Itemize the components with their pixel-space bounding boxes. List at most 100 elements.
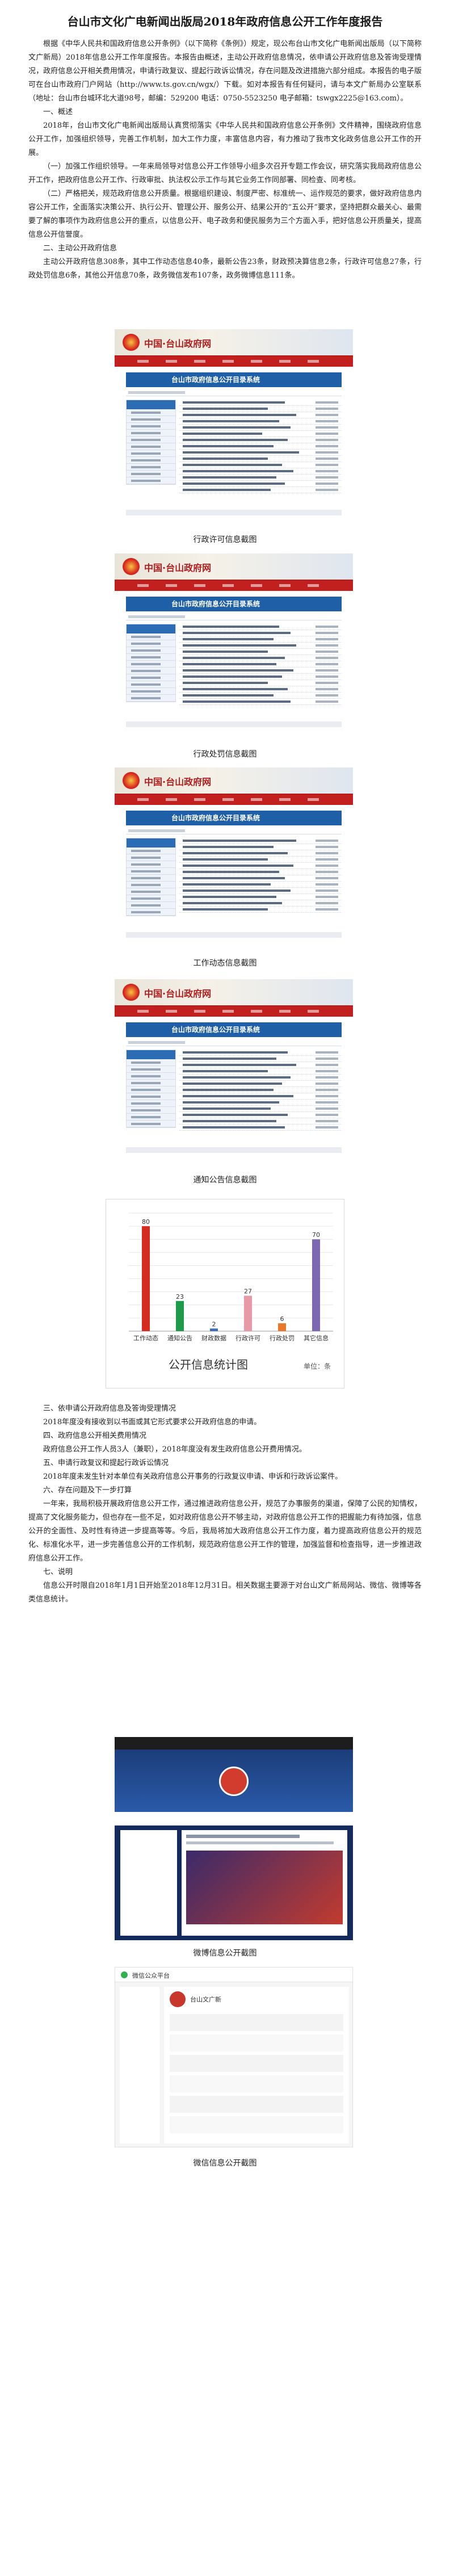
info-list xyxy=(179,1050,342,1131)
avatar xyxy=(219,1767,249,1796)
chart-bar-0 xyxy=(142,1226,150,1331)
account-name: 台山文广新 xyxy=(190,1996,221,2003)
weibo-topbar xyxy=(115,1737,353,1750)
breadcrumb xyxy=(126,1039,342,1046)
portal-logo: 中国·台山政府网 xyxy=(144,563,212,573)
disclosure-chart: 80 23 2 27 6 70 工作动态 通知公告 财政数据 行政许可 行政处罚 其它信息 公开信息… xyxy=(106,1199,344,1388)
weixin-sidebar xyxy=(120,1987,159,2143)
heading-proactive-disclosure: 二、主动公开政府信息 xyxy=(43,244,117,253)
chart-bar-1 xyxy=(176,1300,184,1331)
work-news-screenshot: 中国·台山政府网 台山市政府信息公开目录系统 xyxy=(115,767,353,943)
sidebar-menu xyxy=(126,624,176,702)
weibo-profile-card xyxy=(120,1830,177,1936)
weibo-tabs xyxy=(115,1812,353,1826)
info-list xyxy=(179,400,342,493)
chart-value-labels: 80 23 2 27 6 70 xyxy=(142,1218,320,1328)
caption-weibo: 微博信息公开截图 xyxy=(193,1949,257,1958)
heading-requests: 三、依申请公开政府信息及答询受理情况 xyxy=(43,1404,176,1413)
sidebar-menu xyxy=(126,1050,176,1128)
admin-penalty-screenshot: 中国·台山政府网 台山市政府信息公开目录系统 xyxy=(115,553,353,735)
heading-problems: 六、存在问题及下一步打算 xyxy=(43,1486,132,1495)
heading-notes: 七、说明 xyxy=(43,1568,73,1576)
weibo-feed xyxy=(182,1830,347,1936)
sidebar-menu xyxy=(126,838,176,916)
notes-paragraph: 信息公开时限自2018年1月1日开始至2018年12月31日。相关数据主要源于对… xyxy=(28,1581,422,1604)
chart-bar-3 xyxy=(244,1295,252,1331)
caption-admin-penalty: 行政处罚信息截图 xyxy=(193,750,257,759)
system-title-bar: 台山市政府信息公开目录系统 xyxy=(126,811,342,825)
portal-logo: 中国·台山政府网 xyxy=(144,988,212,999)
weibo-screenshot xyxy=(115,1737,353,1940)
wechat-icon xyxy=(121,1971,128,1978)
portal-banner: 中国·台山政府网 xyxy=(115,979,353,1006)
sidebar-menu xyxy=(126,400,176,485)
weixin-header: 微信公众平台 xyxy=(115,1967,352,1982)
info-list xyxy=(179,624,342,705)
chart-unit-label: 单位：条 xyxy=(304,1362,331,1370)
chart-category-label-5: 其它信息 xyxy=(304,1334,329,1342)
system-title-bar: 台山市政府信息公开目录系统 xyxy=(126,597,342,611)
emblem-icon xyxy=(123,334,140,351)
portal-navbar xyxy=(115,795,353,805)
intro-paragraph: 根据《中华人民共和国政府信息公开条例》（以下简称《条例》）规定，现公布台山市文化… xyxy=(28,40,422,103)
chart-category-label-4: 行政处罚 xyxy=(270,1334,295,1342)
system-title-bar: 台山市政府信息公开目录系统 xyxy=(126,372,342,387)
chart-value-label-5: 70 xyxy=(312,1231,320,1239)
fees-paragraph: 政府信息公开工作人员3人（兼职），2018年度没有发生政府信息公开费用情况。 xyxy=(43,1445,306,1454)
breadcrumb xyxy=(126,389,342,396)
emblem-icon xyxy=(123,984,140,1001)
portal-navbar xyxy=(115,356,353,367)
chart-value-label-0: 80 xyxy=(142,1218,150,1226)
weixin-nav-title: 微信公众平台 xyxy=(132,1972,170,1979)
chart-category-label-0: 工作动态 xyxy=(133,1335,158,1342)
portal-navbar xyxy=(115,1006,353,1017)
quality-paragraph: （二）严格把关，规范政府信息公开质量。根据组织建设、制度严密、标准统一、运作规范… xyxy=(28,190,422,239)
chart-category-label-2: 财政数据 xyxy=(201,1334,226,1342)
chart-bar-2 xyxy=(210,1328,218,1331)
report-page: 台山市文化广电新闻出版局2018年政府信息公开工作年度报告 根据《中华人民共和国… xyxy=(0,0,450,2576)
intro-section: 根据《中华人民共和国政府信息公开条例》（以下简称《条例》）规定，现公布台山市文化… xyxy=(28,37,422,283)
portal-logo: 中国·台山政府网 xyxy=(144,777,212,787)
weixin-content: 台山文广新 xyxy=(164,1987,349,2143)
problems-paragraph: 一年来，我局积极开展政府信息公开工作，通过推进政府信息公开，规范了办事服务的渠道… xyxy=(28,1500,422,1563)
account-avatar xyxy=(170,1991,186,2007)
heading-fees: 四、政府信息公开相关费用情况 xyxy=(43,1432,147,1440)
disclosure-stats-paragraph: 主动公开政府信息308条，其中工作动态信息40条，最新公告23条，财政预决算信息… xyxy=(28,258,422,280)
breadcrumb xyxy=(126,828,342,834)
emblem-icon xyxy=(123,772,140,789)
chart-category-label-1: 通知公告 xyxy=(167,1334,192,1342)
portal-banner: 中国·台山政府网 xyxy=(115,553,353,581)
caption-notice: 通知公告信息截图 xyxy=(193,1176,257,1185)
chart-value-label-4: 6 xyxy=(280,1315,284,1323)
heading-review-litigation: 五、申请行政复议和提起行政诉讼情况 xyxy=(43,1459,169,1467)
chart-value-label-2: 2 xyxy=(212,1320,216,1328)
portal-logo: 中国·台山政府网 xyxy=(144,338,212,349)
caption-work-news: 工作动态信息截图 xyxy=(193,959,257,968)
chart-value-label-1: 23 xyxy=(176,1293,184,1300)
chart-title: 公开信息统计图 xyxy=(169,1358,248,1371)
admin-license-screenshot: 中国·台山政府网 台山市政府信息公开目录系统 xyxy=(115,329,353,522)
info-list xyxy=(179,838,342,913)
caption-admin-license: 行政许可信息截图 xyxy=(193,535,257,544)
org-leadership-paragraph: （一）加强工作组织领导。一年来局领导对信息公开工作领导小组多次召开专题工作会议，… xyxy=(28,162,422,184)
portal-navbar xyxy=(115,581,353,591)
weixin-screenshot: 微信公众平台 台山文广新 xyxy=(115,1967,353,2147)
overview-paragraph: 2018年，台山市文化广电新闻出版局认真贯彻落实《中华人民共和国政府信息公开条例… xyxy=(28,121,422,157)
caption-weixin: 微信信息公开截图 xyxy=(193,2159,257,2168)
notice-screenshot: 中国·台山政府网 台山市政府信息公开目录系统 xyxy=(115,979,353,1161)
chart-value-label-3: 27 xyxy=(244,1288,252,1295)
weibo-cover xyxy=(115,1750,353,1812)
chart-svg: 80 23 2 27 6 70 工作动态 通知公告 财政数据 行政许可 行政处罚 其它信息 公开信息… xyxy=(129,1213,333,1371)
system-title-bar: 台山市政府信息公开目录系统 xyxy=(126,1022,342,1037)
portal-banner: 中国·台山政府网 xyxy=(115,767,353,795)
chart-category-label-3: 行政许可 xyxy=(235,1334,260,1342)
portal-banner: 中国·台山政府网 xyxy=(115,329,353,356)
review-litigation-paragraph: 2018年度未发生针对本单位有关政府信息公开事务的行政复议申请、申诉和行政诉讼案… xyxy=(43,1472,343,1481)
chart-bar-5 xyxy=(312,1239,320,1331)
chart-gridlines xyxy=(129,1213,333,1332)
heading-overview: 一、概述 xyxy=(43,108,73,116)
chart-category-labels: 工作动态 通知公告 财政数据 行政许可 行政处罚 其它信息 xyxy=(133,1334,329,1342)
later-sections: 三、依申请公开政府信息及答询受理情况 2018年度没有接收到以书面或其它形式要求… xyxy=(28,1402,422,1606)
emblem-icon xyxy=(123,558,140,575)
breadcrumb xyxy=(126,614,342,620)
